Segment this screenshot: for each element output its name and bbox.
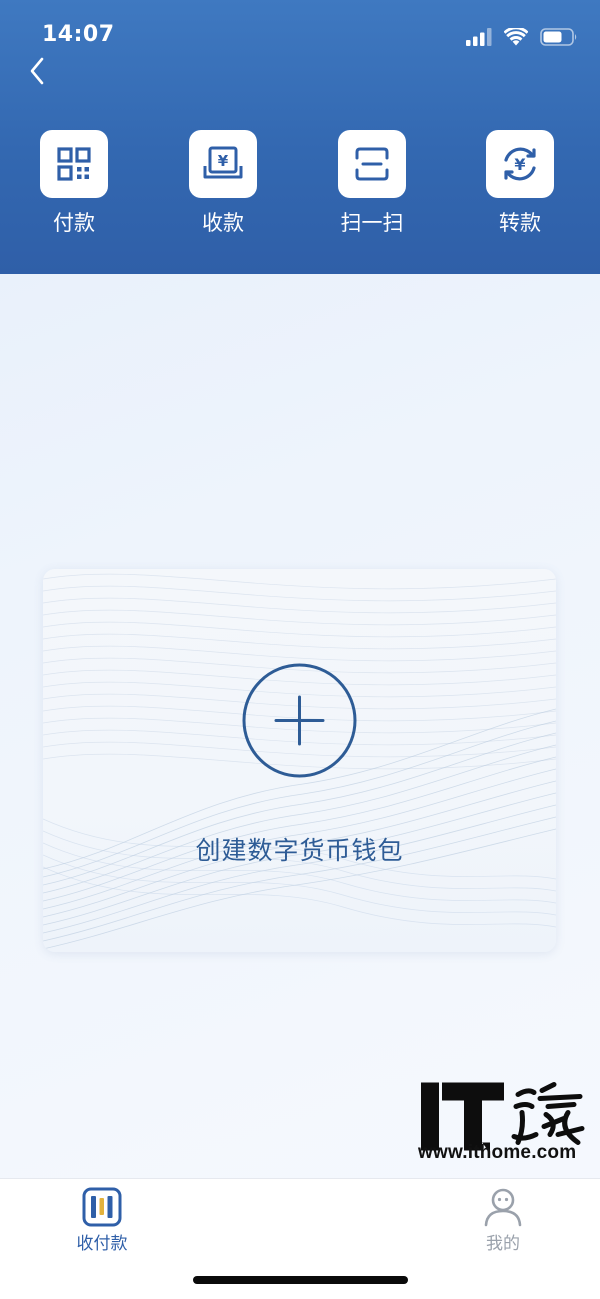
svg-text:¥: ¥: [218, 152, 229, 170]
pay-action[interactable]: 付款: [19, 130, 129, 250]
plus-circle-icon: [242, 663, 357, 778]
create-wallet-label: 创建数字货币钱包: [195, 836, 404, 865]
transfer-action-tile: ¥: [486, 130, 554, 198]
tab-profile[interactable]: 我的: [448, 1187, 558, 1267]
app-screen: 14:07 付款 ¥ 收款 扫一扫 ¥ 转款 创建数字货币钱包 www.itho…: [0, 0, 600, 1299]
status-bar: 14:07: [0, 0, 600, 60]
header: 14:07 付款 ¥ 收款 扫一扫 ¥ 转款: [0, 0, 600, 274]
status-time: 14:07: [42, 22, 115, 47]
receive-action-tile: ¥: [189, 130, 257, 198]
create-wallet-card[interactable]: 创建数字货币钱包: [43, 569, 556, 952]
qr-code-icon: [57, 147, 91, 181]
svg-text:¥: ¥: [514, 155, 525, 174]
chevron-left-icon: [30, 57, 44, 85]
quick-actions: 付款 ¥ 收款 扫一扫 ¥ 转款: [0, 130, 600, 250]
status-icons: [466, 24, 578, 50]
receive-action-label: 收款: [202, 211, 244, 235]
scan-action-tile: [338, 130, 406, 198]
scan-action[interactable]: 扫一扫: [317, 130, 427, 250]
back-button[interactable]: [22, 54, 52, 88]
transfer-action-label: 转款: [499, 211, 541, 235]
transfer-action[interactable]: ¥ 转款: [465, 130, 575, 250]
wifi-icon: [504, 28, 528, 46]
home-indicator: [193, 1276, 408, 1284]
watermark-url: www.ithome.com: [418, 1142, 577, 1163]
tab-payments[interactable]: 收付款: [47, 1187, 157, 1267]
receive-action[interactable]: ¥ 收款: [168, 130, 278, 250]
receive-money-icon: ¥: [203, 146, 243, 179]
cellular-signal-icon: [466, 28, 492, 46]
scan-action-label: 扫一扫: [340, 211, 404, 235]
pay-action-tile: [40, 130, 108, 198]
battery-icon: [540, 28, 577, 46]
tab-profile-label: 我的: [486, 1234, 520, 1254]
pay-action-label: 付款: [53, 211, 95, 235]
transfer-icon: ¥: [504, 147, 536, 181]
user-profile-icon: [484, 1188, 522, 1227]
scan-icon: [355, 147, 389, 181]
tab-payments-label: 收付款: [76, 1234, 128, 1254]
wallet-icon: [82, 1187, 122, 1227]
